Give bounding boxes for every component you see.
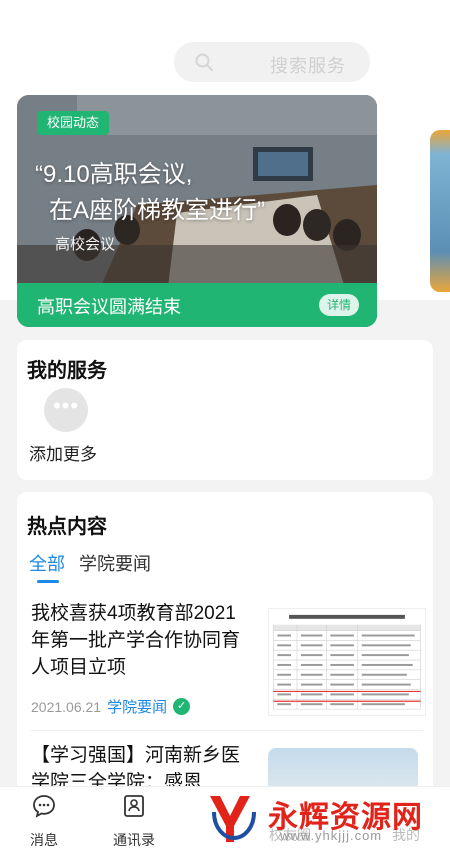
message-icon [33,795,55,818]
news-category: 学院要闻 [107,699,168,716]
active-tab-indicator [37,580,59,583]
news-divider [31,730,423,731]
watermark: 永辉资源网 www.yhkjjj.com [200,792,450,850]
hot-content-card: 热点内容 全部 学院要闻 我校喜获4项教育部2021年第一批产学合作协同育人项目… [17,492,433,812]
more-dots-icon: ••• [52,393,80,418]
add-more-label[interactable]: 添加更多 [29,440,97,465]
my-services-card: 我的服务 ••• 添加更多 [17,340,433,480]
banner-caption-bar: 高职会议圆满结束 详情 [17,283,377,327]
banner-tag: 校园动态 [37,111,110,135]
news-thumbnail[interactable] [268,608,426,716]
watermark-logo-icon [210,796,256,842]
news-meta: 2021.06.21 学院要闻 ✓ [31,696,191,717]
watermark-url: www.yhkjjj.com [280,828,383,843]
tab-all[interactable]: 全部 [29,550,65,576]
tab-messages-label: 消息 [30,832,58,848]
news-item[interactable]: 我校喜获4项教育部2021年第一批产学合作协同育人项目立项 2021.06.21… [31,600,426,720]
banner-subtitle: 高校会议 [55,236,116,253]
search-bar[interactable]: 搜索服务 [174,42,370,82]
search-placeholder: 搜索服务 [270,56,346,76]
tab-messages[interactable]: 消息 [4,793,84,850]
banner-quote-line1: “9.10高职会议, [35,161,193,188]
verified-icon: ✓ [173,698,191,715]
search-icon [195,53,213,71]
add-more-button[interactable]: ••• [44,388,88,432]
news-title[interactable]: 我校喜获4项教育部2021年第一批产学合作协同育人项目立项 [31,600,246,681]
hot-tabs: 全部 学院要闻 [29,550,151,576]
banner-detail-button[interactable]: 详情 [318,294,359,316]
banner-quote: “9.10高职会议, 在A座阶梯教室进行” [35,157,265,229]
tab-contacts[interactable]: 通讯录 [94,793,174,850]
news-banner[interactable]: 校园动态 “9.10高职会议, 在A座阶梯教室进行” 高校会议 高职会议圆满结束… [17,95,377,327]
tab-contacts-label: 通讯录 [113,832,155,848]
banner-quote-line2: 在A座阶梯教室进行” [49,197,265,224]
banner-caption: 高职会议圆满结束 [37,297,181,317]
hot-title: 热点内容 [27,516,107,538]
contacts-icon [124,795,144,817]
news-date: 2021.06.21 [31,698,102,715]
services-title: 我的服务 [27,360,107,382]
tab-college-news[interactable]: 学院要闻 [79,550,151,576]
next-banner-peek[interactable] [430,130,450,292]
